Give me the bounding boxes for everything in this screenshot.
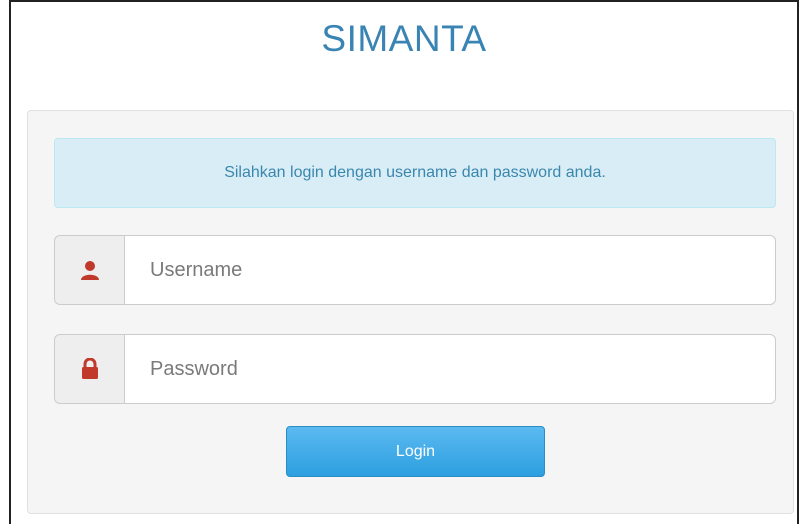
password-group — [54, 334, 776, 404]
info-message: Silahkan login dengan username dan passw… — [224, 164, 606, 181]
user-icon — [54, 235, 124, 305]
username-group — [54, 235, 776, 305]
password-input[interactable] — [124, 334, 776, 404]
login-window: SIMANTA Silahkan login dengan username d… — [9, 0, 799, 524]
info-alert: Silahkan login dengan username dan passw… — [54, 138, 776, 208]
username-input[interactable] — [124, 235, 776, 305]
page-title: SIMANTA — [321, 18, 487, 59]
lock-icon — [54, 334, 124, 404]
login-panel: Silahkan login dengan username dan passw… — [27, 110, 794, 514]
login-button[interactable]: Login — [286, 426, 545, 477]
